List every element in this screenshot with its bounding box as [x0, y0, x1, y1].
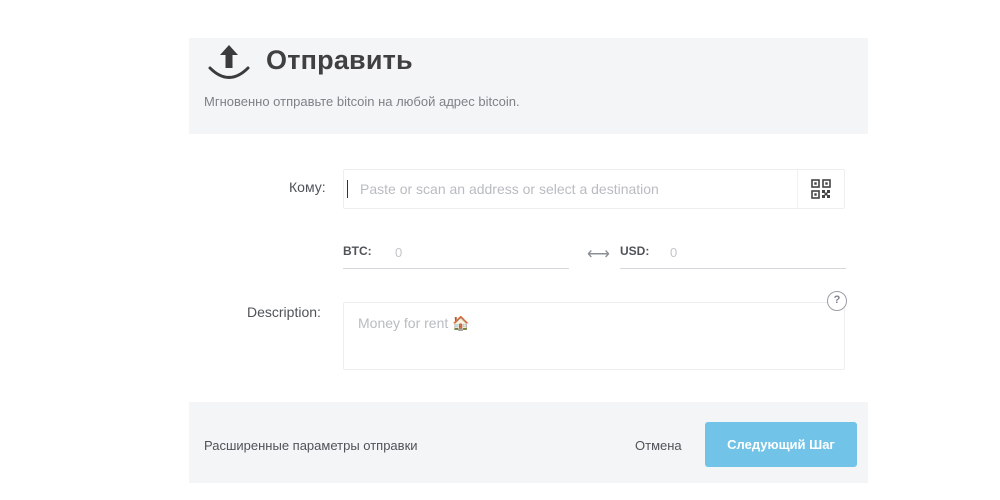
btc-amount-field: BTC: [343, 234, 569, 269]
btc-label: BTC: [343, 244, 372, 258]
advanced-send-options-link[interactable]: Расширенные параметры отправки [204, 438, 418, 453]
usd-amount-input[interactable] [668, 238, 842, 266]
modal-footer: Расширенные параметры отправки Отмена Сл… [189, 402, 868, 483]
qr-code-icon [811, 179, 831, 199]
btc-amount-input[interactable] [393, 238, 567, 266]
next-step-button[interactable]: Следующий Шаг [705, 422, 857, 467]
send-upload-icon [207, 41, 251, 85]
address-input[interactable] [347, 180, 793, 198]
description-input[interactable] [344, 303, 844, 369]
page-title: Отправить [266, 45, 413, 75]
send-bitcoin-modal: Отправить Мгновенно отправьте bitcoin на… [189, 38, 868, 483]
description-label: Description: [247, 304, 321, 320]
swap-arrows-icon: ⟷ [587, 246, 610, 263]
page-subtitle: Мгновенно отправьте bitcoin на любой адр… [204, 94, 520, 109]
qr-scan-button[interactable] [797, 170, 844, 208]
description-field [343, 302, 845, 370]
modal-header: Отправить Мгновенно отправьте bitcoin на… [189, 38, 868, 134]
help-icon[interactable]: ? [827, 291, 847, 311]
cancel-button[interactable]: Отмена [635, 438, 682, 453]
usd-amount-field: USD: [620, 234, 846, 269]
to-label: Кому: [289, 179, 326, 195]
usd-label: USD: [620, 244, 650, 258]
address-field [343, 169, 845, 209]
